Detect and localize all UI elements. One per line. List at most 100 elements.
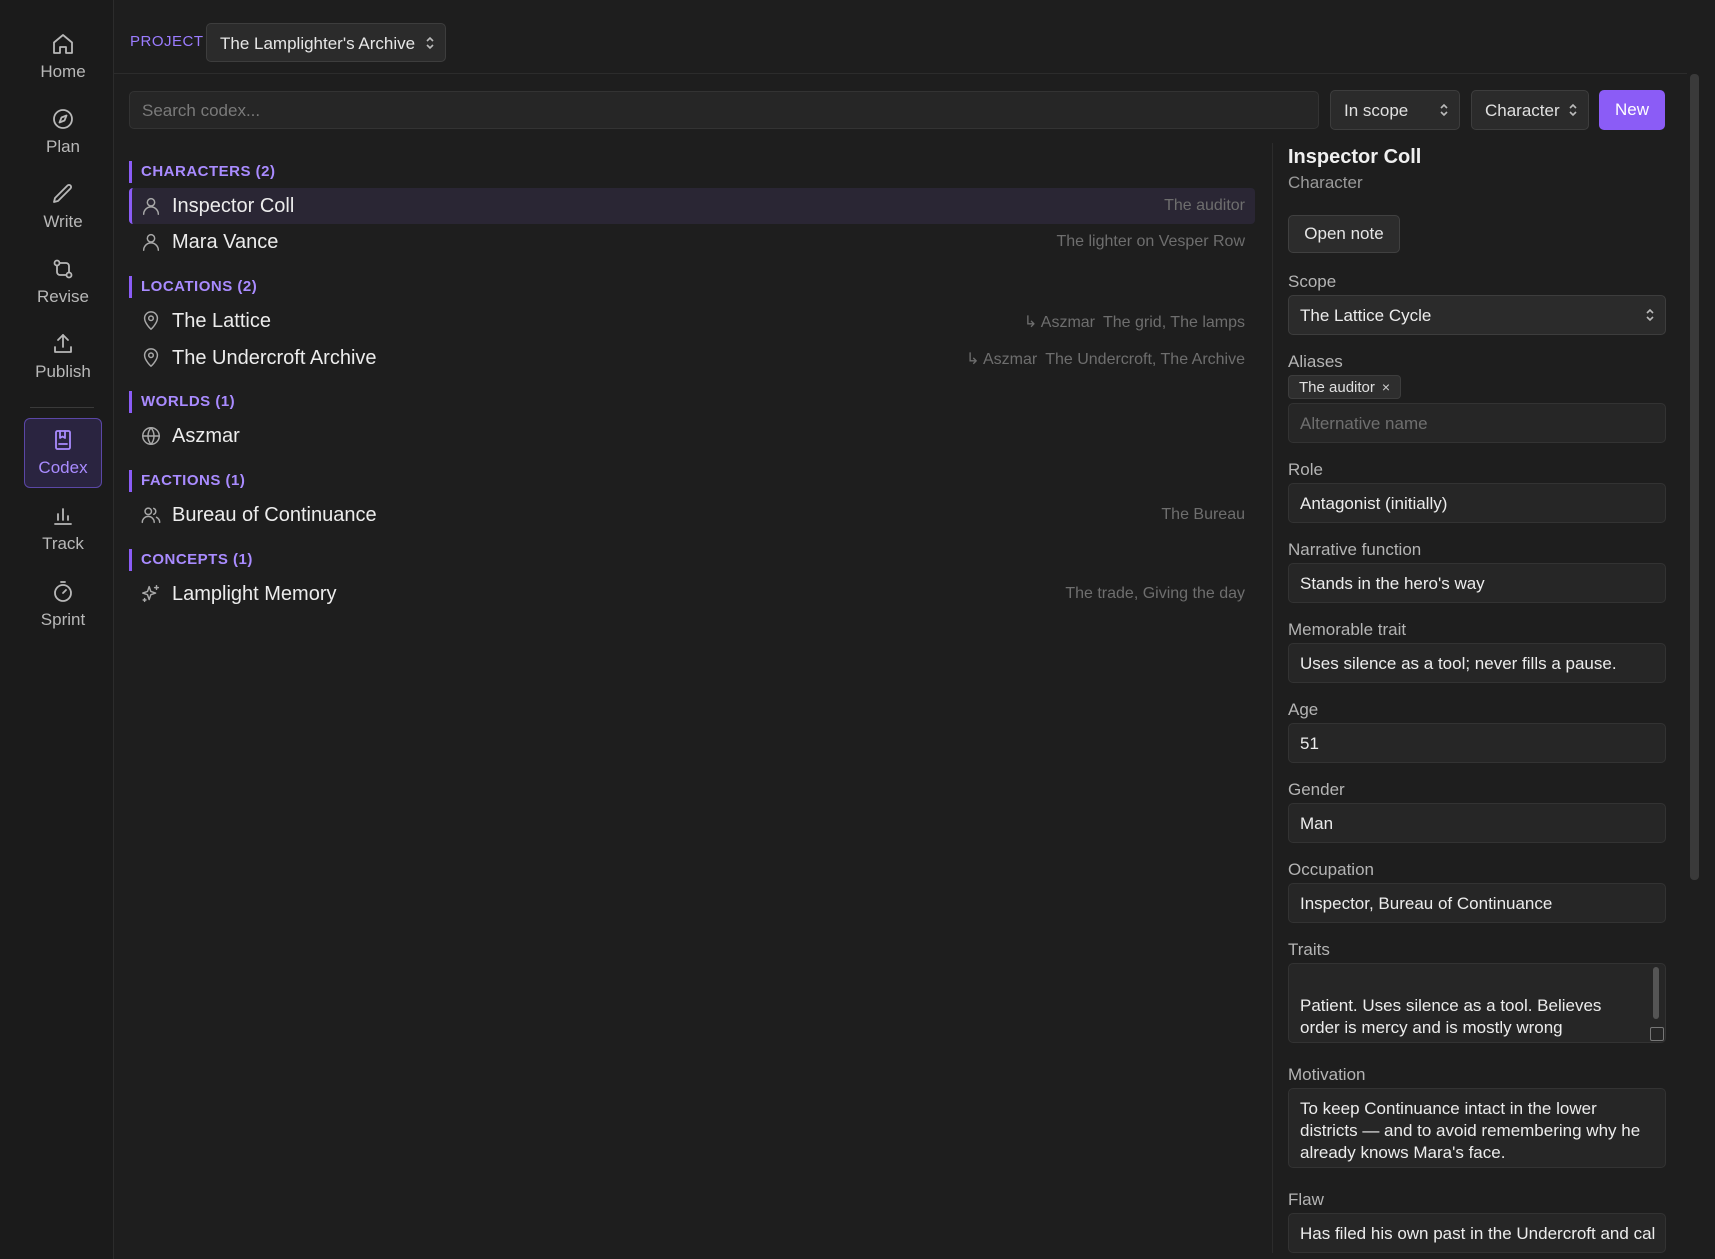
- nav-item-label: Plan: [45, 137, 81, 156]
- codex-app: Home Plan Write Revise Publish Codex Tra…: [0, 0, 1715, 1259]
- scope-select-value: The Lattice Cycle: [1300, 306, 1432, 325]
- field-label-role: Role: [1288, 460, 1323, 479]
- page-scrollbar[interactable]: [1690, 74, 1699, 880]
- narrative-function-field[interactable]: Stands in the hero's way: [1288, 563, 1666, 603]
- map-pin-icon: [140, 310, 162, 332]
- entry-aliases: The Bureau: [1161, 506, 1245, 523]
- nav-item-label: Publish: [35, 362, 91, 381]
- list-item[interactable]: Mara Vance The lighter on Vesper Row: [129, 224, 1255, 260]
- map-pin-icon: [140, 347, 162, 369]
- entry-aliases: The auditor: [1164, 197, 1245, 214]
- field-label-occupation: Occupation: [1288, 860, 1374, 879]
- alias-chip-label: The auditor: [1299, 378, 1375, 396]
- list-item[interactable]: Bureau of Continuance The Bureau: [129, 497, 1255, 533]
- chevron-up-down-icon: [1568, 102, 1578, 118]
- type-filter-value: Character: [1485, 101, 1560, 120]
- nav-item-write[interactable]: Write: [24, 172, 102, 242]
- search-placeholder: Search codex...: [142, 101, 261, 120]
- list-item[interactable]: Aszmar: [129, 418, 1255, 454]
- project-bar: PROJECT The Lamplighter's Archive: [114, 0, 1687, 74]
- traits-textarea[interactable]: Patient. Uses silence as a tool. Believe…: [1288, 963, 1666, 1043]
- panel-divider: [1272, 143, 1273, 1253]
- book-icon: [55, 430, 71, 450]
- globe-icon: [140, 425, 162, 447]
- entry-aliases: The Undercroft, The Archive: [1045, 351, 1245, 368]
- entry-world: ↳ Aszmar: [1023, 314, 1095, 331]
- nav-item-label: Write: [43, 212, 83, 231]
- bar-chart-icon: [54, 508, 72, 525]
- entry-aliases: The trade, Giving the day: [1065, 585, 1245, 602]
- resize-grip-icon[interactable]: [1650, 1027, 1664, 1041]
- group-heading-locations: LOCATIONS (2): [129, 276, 257, 298]
- project-label: PROJECT: [130, 33, 204, 50]
- group-heading-characters: CHARACTERS (2): [129, 161, 276, 183]
- field-label-flaw: Flaw: [1288, 1190, 1324, 1209]
- field-label-aliases: Aliases: [1288, 352, 1343, 371]
- flaw-field[interactable]: Has filed his own past in the Undercroft…: [1288, 1213, 1666, 1253]
- field-label-scope: Scope: [1288, 272, 1337, 291]
- project-select-value: The Lamplighter's Archive: [220, 34, 416, 53]
- chevron-up-down-icon: [1645, 307, 1655, 323]
- nav-item-plan[interactable]: Plan: [24, 97, 102, 167]
- upload-icon: [54, 334, 72, 353]
- entry-world: ↳ Aszmar: [966, 351, 1038, 368]
- entry-aliases: The lighter on Vesper Row: [1056, 233, 1245, 250]
- entry-name: The Undercroft Archive: [172, 346, 377, 369]
- nav-item-label: Codex: [38, 458, 88, 477]
- gender-field[interactable]: Man: [1288, 803, 1666, 843]
- search-input[interactable]: Search codex...: [129, 91, 1319, 129]
- group-heading-concepts: CONCEPTS (1): [129, 549, 253, 571]
- nav-item-label: Home: [40, 62, 86, 81]
- list-item[interactable]: The Lattice ↳ Aszmar The grid, The lamps: [129, 303, 1255, 339]
- field-label-motivation: Motivation: [1288, 1065, 1366, 1084]
- home-icon: [53, 34, 73, 54]
- entry-name: The Lattice: [172, 309, 271, 332]
- detail-title: Inspector Coll: [1288, 146, 1422, 168]
- entry-meta: ↳ Aszmar The grid, The lamps: [1024, 312, 1245, 332]
- field-label-gender: Gender: [1288, 780, 1345, 799]
- nav-item-home[interactable]: Home: [24, 22, 102, 92]
- scope-select[interactable]: The Lattice Cycle: [1288, 295, 1666, 335]
- users-icon: [140, 504, 162, 526]
- new-entry-button[interactable]: New: [1599, 90, 1665, 130]
- traits-scrollbar[interactable]: [1653, 967, 1659, 1019]
- open-note-button[interactable]: Open note: [1288, 215, 1400, 253]
- nav-item-codex[interactable]: Codex: [24, 418, 102, 488]
- occupation-field[interactable]: Inspector, Bureau of Continuance: [1288, 883, 1666, 923]
- project-select[interactable]: The Lamplighter's Archive: [206, 23, 446, 62]
- scope-filter-select[interactable]: In scope: [1330, 90, 1460, 130]
- nav-item-sprint[interactable]: Sprint: [24, 570, 102, 640]
- memorable-trait-field[interactable]: Uses silence as a tool; never fills a pa…: [1288, 643, 1666, 683]
- nav-item-label: Track: [42, 534, 84, 553]
- entry-name: Inspector Coll: [172, 194, 295, 217]
- nav-item-track[interactable]: Track: [24, 494, 102, 564]
- alias-input[interactable]: Alternative name: [1288, 403, 1666, 443]
- nav-item-publish[interactable]: Publish: [24, 322, 102, 392]
- nav-item-label: Sprint: [40, 610, 86, 629]
- entry-name: Mara Vance: [172, 230, 279, 253]
- chevron-up-down-icon: [425, 35, 435, 51]
- entry-aliases: The grid, The lamps: [1103, 314, 1245, 331]
- role-field[interactable]: Antagonist (initially): [1288, 483, 1666, 523]
- nav-rail: Home Plan Write Revise Publish Codex Tra…: [0, 0, 114, 1259]
- compass-icon: [53, 109, 73, 129]
- list-item[interactable]: The Undercroft Archive ↳ Aszmar The Under…: [129, 340, 1255, 376]
- detail-type: Character: [1288, 173, 1363, 192]
- group-heading-factions: FACTIONS (1): [129, 470, 245, 492]
- chevron-up-down-icon: [1439, 102, 1449, 118]
- user-icon: [140, 195, 162, 217]
- remove-alias-icon[interactable]: ×: [1382, 379, 1390, 395]
- entry-name: Lamplight Memory: [172, 582, 337, 605]
- nav-divider: [30, 407, 94, 408]
- type-filter-select[interactable]: Character: [1471, 90, 1589, 130]
- motivation-textarea[interactable]: To keep Continuance intact in the lower …: [1288, 1088, 1666, 1168]
- age-field[interactable]: 51: [1288, 723, 1666, 763]
- list-item[interactable]: Lamplight Memory The trade, Giving the d…: [129, 576, 1255, 612]
- sparkles-icon: [140, 583, 162, 605]
- nav-item-revise[interactable]: Revise: [24, 247, 102, 317]
- alias-chip: The auditor ×: [1288, 375, 1402, 399]
- timer-icon: [54, 581, 72, 602]
- list-item[interactable]: Inspector Coll The auditor: [129, 188, 1255, 224]
- git-compare-icon: [53, 259, 73, 279]
- field-label-traits: Traits: [1288, 940, 1330, 959]
